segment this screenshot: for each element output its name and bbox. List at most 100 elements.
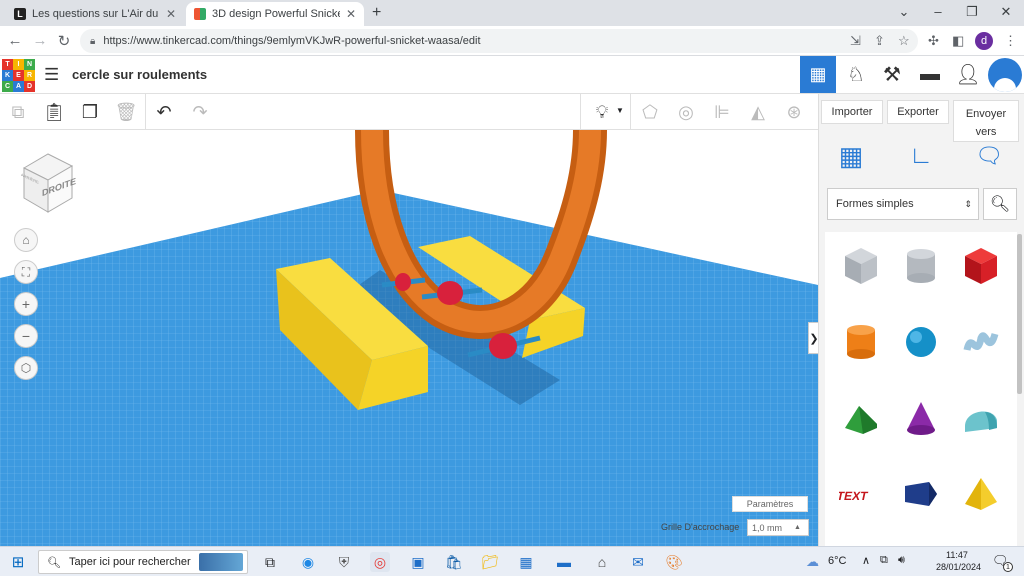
extensions-icon[interactable]: ✣ bbox=[928, 33, 939, 49]
task-view-icon[interactable]: ⧉ bbox=[260, 552, 280, 572]
weather-icon[interactable]: ☁ bbox=[806, 554, 819, 570]
cone-shape[interactable] bbox=[891, 384, 951, 452]
chrome-icon[interactable]: ◎ bbox=[370, 552, 390, 572]
volume-icon[interactable]: 🔊︎ bbox=[898, 554, 905, 567]
cruise-icon[interactable]: ⊛ bbox=[782, 102, 806, 123]
panel-collapse-chevron-icon[interactable]: ❯ bbox=[808, 322, 818, 354]
address-bar[interactable]: 🔒︎ https://www.tinkercad.com/things/9eml… bbox=[80, 29, 918, 53]
back-icon[interactable]: ← bbox=[6, 32, 24, 49]
zoom-in-icon[interactable]: + bbox=[14, 292, 38, 316]
design-title[interactable]: cercle sur roulements bbox=[72, 67, 207, 82]
ungroup-icon[interactable]: ◎ bbox=[674, 102, 698, 123]
minimize-icon[interactable]: – bbox=[928, 4, 948, 19]
import-button[interactable]: Importer bbox=[821, 100, 883, 124]
roof-shape[interactable] bbox=[831, 384, 891, 452]
text-shape[interactable]: TEXT bbox=[831, 460, 891, 528]
zoom-out-icon[interactable]: − bbox=[14, 324, 38, 348]
polygon-shape[interactable] bbox=[891, 460, 951, 528]
bookmark-star-icon[interactable]: ☆ bbox=[898, 33, 910, 49]
app-icon[interactable]: ▣ bbox=[408, 552, 428, 572]
tinkercad-logo[interactable]: TIN KER CAD bbox=[2, 59, 35, 92]
network-icon[interactable]: ⧉ bbox=[880, 554, 888, 567]
copy-icon[interactable]: ⧉ bbox=[6, 102, 30, 123]
ruler-icon[interactable]: ∟ bbox=[905, 140, 937, 172]
tab-lairdubois[interactable]: L Les questions sur L'Air du Bois ✕ bbox=[6, 2, 184, 26]
search-icon: 🔍︎ bbox=[47, 556, 61, 569]
calendar-icon[interactable]: ▦ bbox=[516, 552, 536, 572]
side-panel-icon[interactable]: ◧ bbox=[952, 33, 964, 49]
bricks-icon[interactable]: ▬ bbox=[912, 56, 948, 93]
install-app-icon[interactable]: ⇲ bbox=[850, 33, 861, 49]
media-icon[interactable]: ▬ bbox=[554, 552, 574, 572]
mail-icon[interactable]: ✉ bbox=[628, 552, 648, 572]
cylinder-shape[interactable] bbox=[831, 308, 891, 376]
workplane-viewport[interactable]: DROITE ARRIÈRE ⌂ ⛶ + − ⬡ ❯ Paramètres Gr… bbox=[0, 130, 818, 546]
search-shapes-button[interactable]: 🔍︎ bbox=[983, 188, 1017, 220]
profile-avatar[interactable]: d bbox=[975, 32, 993, 50]
pyramid-shape[interactable] bbox=[951, 460, 1011, 528]
new-tab-icon[interactable]: + bbox=[372, 4, 381, 22]
chevron-down-icon[interactable]: ▼ bbox=[616, 106, 624, 115]
align-icon[interactable]: ⊫ bbox=[710, 102, 734, 123]
redo-icon[interactable]: ↷ bbox=[188, 102, 212, 123]
shape-category-select[interactable]: Formes simples ⇕ bbox=[827, 188, 979, 220]
design-list-icon[interactable]: ☰ bbox=[44, 65, 59, 85]
svg-text:TEXT: TEXT bbox=[839, 489, 870, 503]
taskbar-search[interactable]: 🔍︎ Taper ici pour rechercher bbox=[38, 550, 248, 574]
send-to-button[interactable]: Envoyer vers bbox=[953, 100, 1019, 142]
clock-date[interactable]: 28/01/2024 bbox=[936, 562, 981, 572]
box-shape[interactable] bbox=[951, 232, 1011, 300]
params-button[interactable]: Paramètres bbox=[732, 496, 808, 512]
snap-grid-value: 1,0 mm bbox=[752, 522, 783, 533]
profile-avatar-icon[interactable] bbox=[988, 58, 1022, 92]
browser-menu-icon[interactable]: ⋮ bbox=[1004, 33, 1017, 49]
delete-icon[interactable]: 🗑︎ bbox=[114, 102, 138, 123]
reload-icon[interactable]: ↻ bbox=[55, 32, 73, 50]
mirror-icon[interactable]: ◭ bbox=[746, 102, 770, 123]
clock-time[interactable]: 11:47 bbox=[946, 550, 968, 560]
tab-tinkercad[interactable]: 3D design Powerful Snicket-Wa ✕ bbox=[186, 2, 364, 26]
file-explorer-icon[interactable]: 📁︎ bbox=[480, 552, 500, 572]
add-user-icon[interactable]: 👤︎ bbox=[950, 56, 986, 93]
group-icon[interactable]: ⬠ bbox=[638, 102, 662, 123]
view-cube[interactable]: DROITE ARRIÈRE bbox=[18, 150, 78, 214]
sphere-shape[interactable] bbox=[891, 308, 951, 376]
close-window-icon[interactable]: ✕ bbox=[996, 4, 1016, 20]
windows-start-icon[interactable]: ⊞ bbox=[8, 552, 28, 572]
box-hole-shape[interactable] bbox=[831, 232, 891, 300]
perspective-icon[interactable]: ⬡ bbox=[14, 356, 38, 380]
share-icon[interactable]: ⇪ bbox=[874, 33, 885, 49]
light-bulb-icon[interactable]: 💡︎ bbox=[590, 102, 614, 123]
build-icon[interactable]: ⚒ bbox=[874, 56, 910, 93]
taskbar-search-placeholder: Taper ici pour rechercher bbox=[68, 556, 191, 568]
duplicate-icon[interactable]: ❐ bbox=[78, 102, 102, 123]
workplane-icon[interactable]: ▦ bbox=[835, 140, 867, 172]
tab-search-chevron-icon[interactable]: ⌄ bbox=[894, 4, 914, 20]
paint-icon[interactable]: 🎨︎ bbox=[664, 552, 684, 572]
panel-scrollbar[interactable] bbox=[1017, 234, 1022, 394]
tray-chevron-icon[interactable]: ∧ bbox=[862, 554, 870, 567]
store-icon[interactable]: 🛍︎ bbox=[444, 552, 464, 572]
url-text: https://www.tinkercad.com/things/9emlymV… bbox=[103, 35, 481, 47]
circuits-icon[interactable]: ♘ bbox=[838, 56, 874, 93]
security-icon[interactable]: ⛨ bbox=[334, 552, 354, 572]
close-tab-icon[interactable]: ✕ bbox=[166, 7, 176, 21]
grid-view-icon[interactable]: ▦ bbox=[800, 56, 836, 93]
close-tab-icon[interactable]: ✕ bbox=[346, 7, 356, 21]
forward-icon[interactable]: → bbox=[31, 32, 49, 49]
paste-icon[interactable]: 📋︎ bbox=[42, 102, 66, 123]
cylinder-hole-shape[interactable] bbox=[891, 232, 951, 300]
workplane-scene[interactable] bbox=[0, 130, 818, 546]
export-button[interactable]: Exporter bbox=[887, 100, 949, 124]
home-view-icon[interactable]: ⌂ bbox=[14, 228, 38, 252]
undo-icon[interactable]: ↶ bbox=[152, 102, 176, 123]
edit-toolbar: ⧉ 📋︎ ❐ 🗑︎ ↶ ↷ 💡︎ ▼ ⬠ ◎ ⊫ ◭ ⊛ bbox=[0, 94, 818, 130]
fit-view-icon[interactable]: ⛶ bbox=[14, 260, 38, 284]
snap-grid-select[interactable]: 1,0 mm ▲ bbox=[747, 519, 809, 536]
home-icon[interactable]: ⌂ bbox=[592, 552, 612, 572]
edge-icon[interactable]: ◉ bbox=[298, 552, 318, 572]
round-roof-shape[interactable] bbox=[951, 384, 1011, 452]
restore-icon[interactable]: ❐ bbox=[962, 4, 982, 20]
notes-icon[interactable]: 🗨︎ bbox=[973, 140, 1005, 172]
scribble-shape[interactable] bbox=[951, 308, 1011, 376]
